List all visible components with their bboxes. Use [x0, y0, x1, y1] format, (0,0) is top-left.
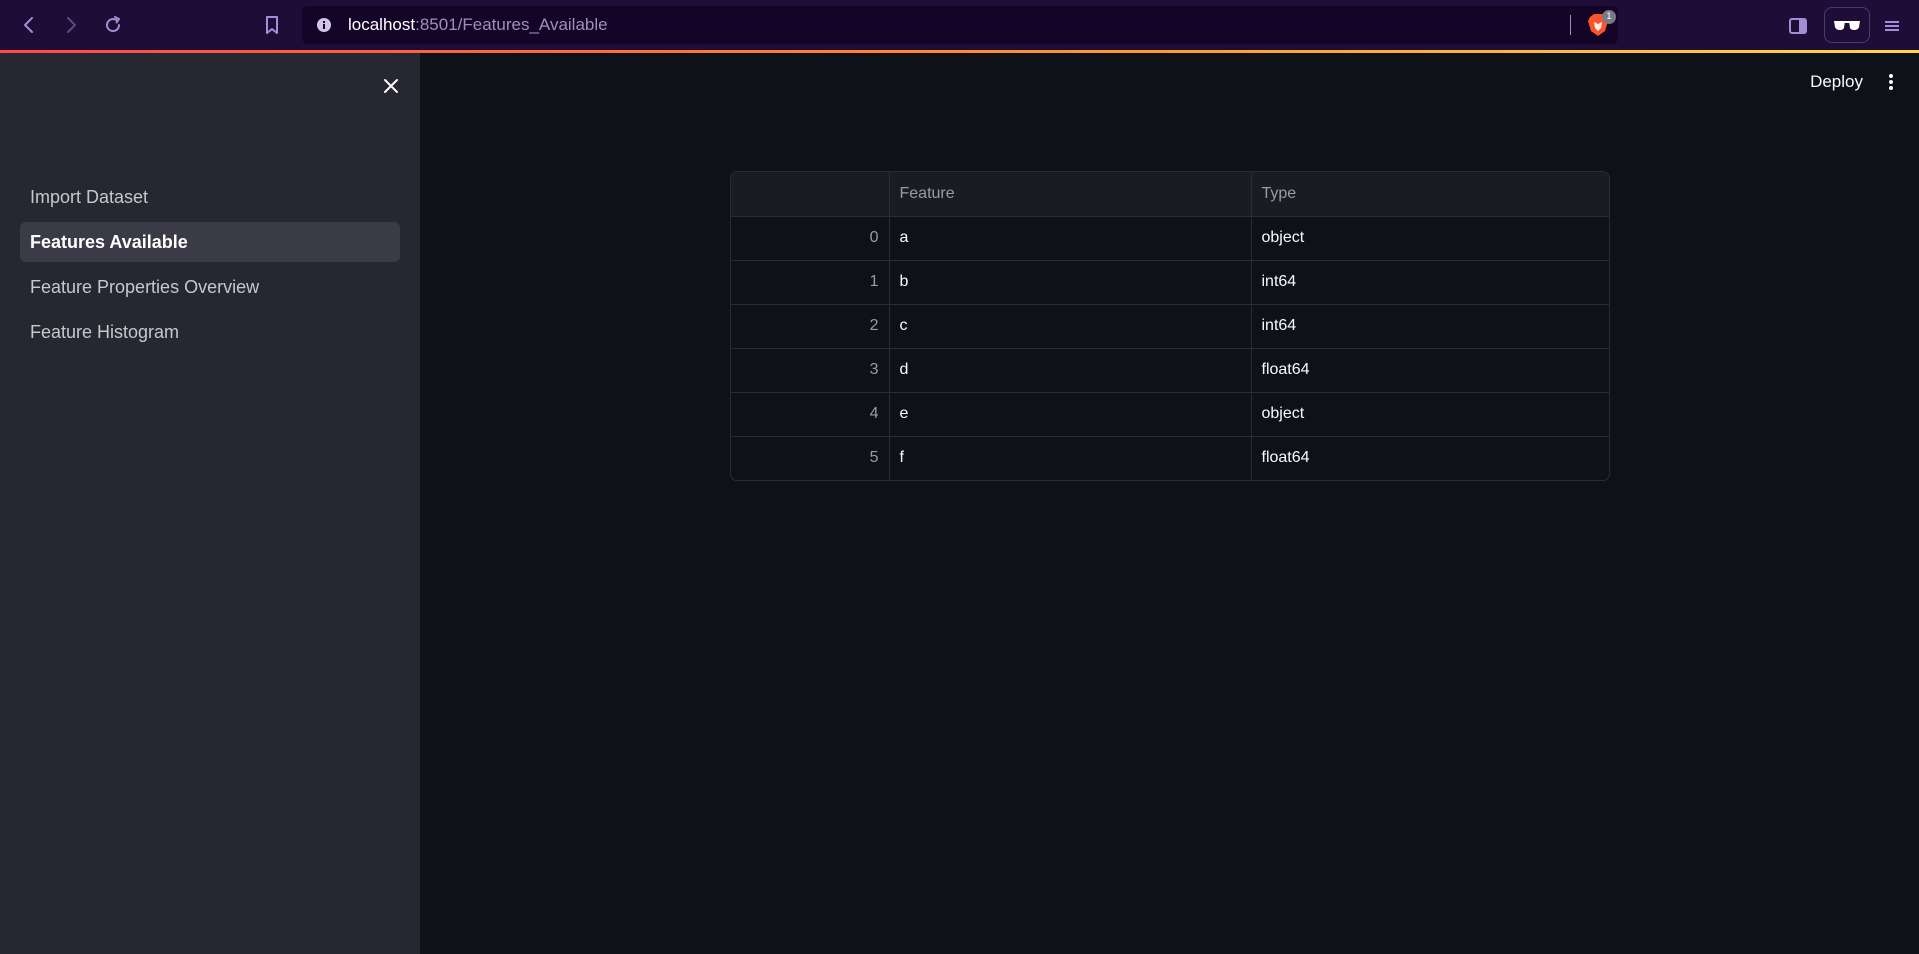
sidebar-panel-icon: [1789, 18, 1807, 34]
column-header-feature[interactable]: Feature: [889, 172, 1252, 217]
feature-cell[interactable]: d: [889, 348, 1252, 393]
app-sidebar: Import Dataset Features Available Featur…: [0, 53, 420, 954]
row-index-cell[interactable]: 1: [731, 260, 890, 305]
feature-cell[interactable]: b: [889, 260, 1252, 305]
brave-shields-button[interactable]: 1: [1584, 10, 1616, 38]
table-row: 3 d float64: [731, 348, 1609, 393]
type-cell[interactable]: int64: [1251, 304, 1609, 349]
glasses-icon: [1834, 21, 1860, 30]
feature-cell[interactable]: a: [889, 216, 1252, 261]
sidebar-item-import-dataset[interactable]: Import Dataset: [20, 177, 400, 217]
vertical-dots-icon: [1889, 74, 1893, 90]
row-index-cell[interactable]: 3: [731, 348, 890, 393]
table-header-row: Feature Type: [731, 172, 1609, 217]
main-content: Deploy Feature Type 0 a object 1 b int64…: [420, 53, 1919, 954]
shields-count-badge: 1: [1602, 10, 1616, 24]
column-header-type[interactable]: Type: [1251, 172, 1609, 217]
bookmark-button[interactable]: [257, 10, 287, 40]
table-row: 1 b int64: [731, 260, 1609, 305]
chevron-left-icon: [24, 17, 33, 33]
row-index-cell[interactable]: 0: [731, 216, 890, 261]
url-host: localhost: [348, 15, 416, 34]
row-index-cell[interactable]: 4: [731, 392, 890, 437]
feature-cell[interactable]: c: [889, 304, 1252, 349]
sidebar-close-button[interactable]: [376, 71, 406, 101]
url-divider: [1570, 15, 1571, 35]
feature-cell[interactable]: f: [889, 436, 1252, 480]
close-icon: [384, 79, 398, 93]
reload-button[interactable]: [98, 10, 128, 40]
url-text: localhost:8501/Features_Available: [348, 15, 608, 35]
type-cell[interactable]: float64: [1251, 436, 1609, 480]
table-row: 4 e object: [731, 392, 1609, 437]
type-cell[interactable]: object: [1251, 392, 1609, 437]
column-header-index[interactable]: [731, 172, 890, 217]
table-row: 2 c int64: [731, 304, 1609, 349]
row-index-cell[interactable]: 2: [731, 304, 890, 349]
type-cell[interactable]: object: [1251, 216, 1609, 261]
hamburger-icon: [1885, 21, 1899, 31]
deploy-button[interactable]: Deploy: [1798, 67, 1875, 97]
back-button[interactable]: [14, 10, 44, 40]
table-row: 5 f float64: [731, 436, 1609, 480]
chevron-right-icon: [67, 17, 76, 33]
reload-icon: [106, 16, 121, 33]
type-cell[interactable]: float64: [1251, 348, 1609, 393]
info-icon[interactable]: [314, 15, 334, 35]
sidebar-item-feature-histogram[interactable]: Feature Histogram: [20, 312, 400, 352]
bookmark-icon: [266, 16, 278, 34]
feature-cell[interactable]: e: [889, 392, 1252, 437]
sidebar-item-feature-properties-overview[interactable]: Feature Properties Overview: [20, 267, 400, 307]
table-row: 0 a object: [731, 216, 1609, 261]
url-path: :8501/Features_Available: [415, 15, 608, 34]
features-table: Feature Type 0 a object 1 b int64 2 c in…: [731, 172, 1609, 480]
forward-button[interactable]: [56, 10, 86, 40]
sidebar-item-features-available[interactable]: Features Available: [20, 222, 400, 262]
address-bar[interactable]: localhost:8501/Features_Available 1: [302, 6, 1618, 44]
browser-toolbar: localhost:8501/Features_Available 1: [0, 0, 1919, 52]
more-options-button[interactable]: [1877, 67, 1905, 97]
row-index-cell[interactable]: 5: [731, 436, 890, 480]
private-window-button[interactable]: [1824, 7, 1870, 43]
type-cell[interactable]: int64: [1251, 260, 1609, 305]
features-dataframe[interactable]: Feature Type 0 a object 1 b int64 2 c in…: [730, 171, 1610, 481]
sidebar-nav: Import Dataset Features Available Featur…: [20, 177, 400, 357]
main-menu-button[interactable]: [1876, 10, 1908, 42]
sidebar-toggle-button[interactable]: [1782, 10, 1814, 42]
